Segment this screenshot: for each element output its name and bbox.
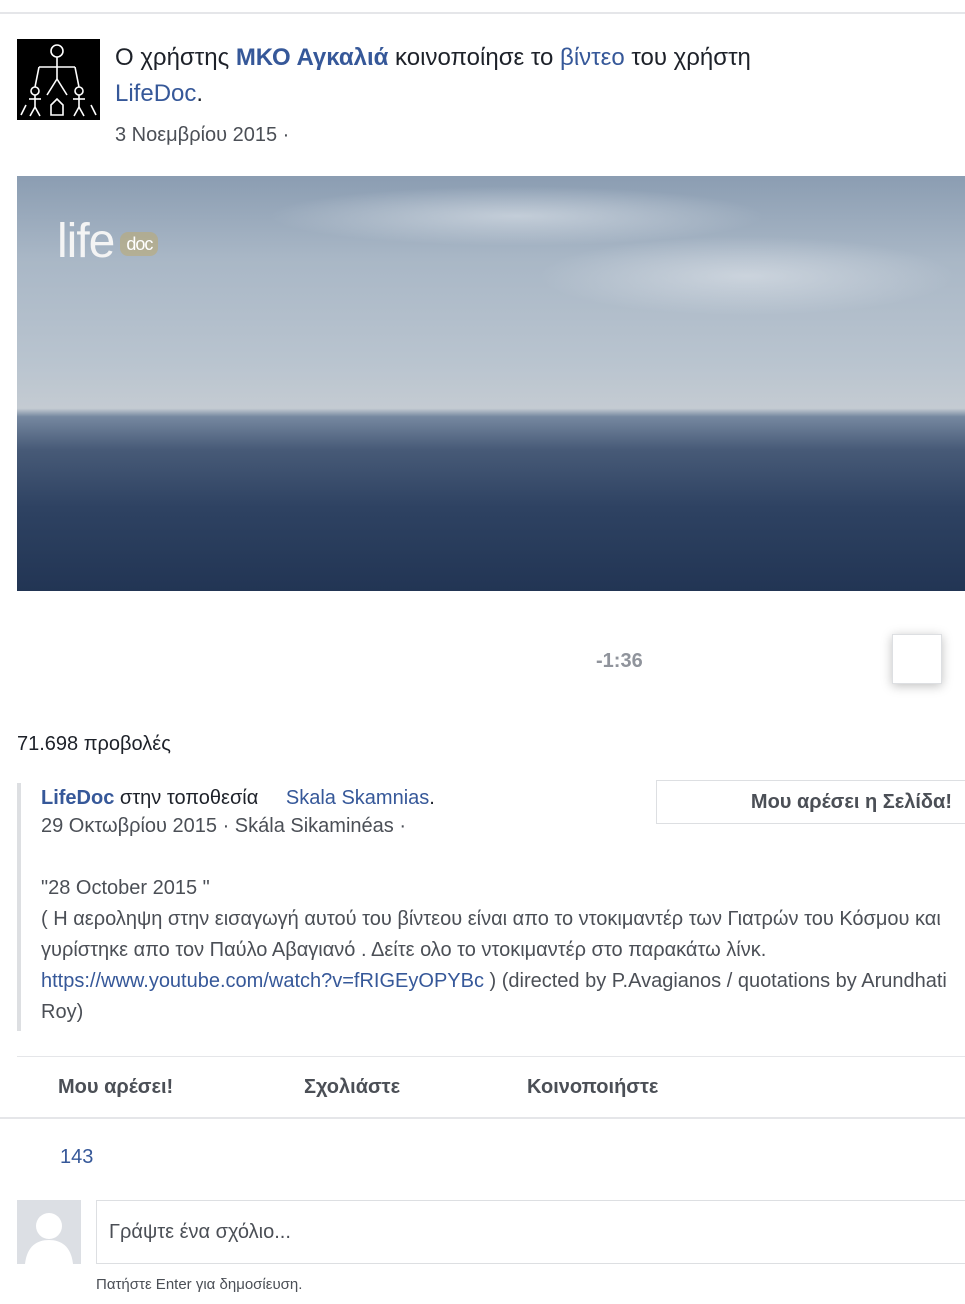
shared-post: LifeDoc στην τοποθεσία Skala Skamnias. 2… [17,780,965,1031]
location-prefix: στην τοποθεσία [114,787,264,809]
shared-post-text: "28 October 2015 " ( Η αεροληψη στην εισ… [41,873,961,1028]
youtube-link[interactable]: https://www.youtube.com/watch?v=fRIGEyOP… [41,970,484,992]
author-link[interactable]: ΜΚΟ Αγκαλιά [236,44,389,71]
watermark-small-text: doc [120,231,159,256]
view-count: 71.698 προβολές [17,733,171,755]
default-user-icon [17,1200,81,1264]
fullscreen-button[interactable] [892,634,942,684]
like-button[interactable]: Μου αρέσει! [58,1076,173,1099]
actions-divider-bottom [0,1117,965,1119]
like-page-button[interactable]: Μου αρέσει η Σελίδα! [656,780,965,824]
headline-suffix: του χρήστη [624,44,751,71]
post-headline: Ο χρήστης ΜΚΟ Αγκαλιά κοινοποίησε το βίν… [115,40,915,112]
location-end: . [429,787,435,809]
shared-text-body: "28 October 2015 " ( Η αεροληψη στην εισ… [41,877,941,961]
actions-divider-top [17,1056,965,1057]
video-player[interactable]: life doc [17,176,965,591]
video-link[interactable]: βίντεο [560,44,625,71]
user-avatar [17,1200,81,1264]
comment-box[interactable] [96,1200,965,1264]
location-link[interactable]: Skala Skamnias [286,787,429,809]
video-duration: -1:36 [596,650,643,672]
page-avatar[interactable] [17,39,100,120]
comment-input[interactable] [97,1201,965,1263]
share-button[interactable]: Κοινοποιήστε [527,1076,658,1099]
comment-button[interactable]: Σχολιάστε [304,1076,400,1099]
headline-middle: κοινοποίησε το [388,44,561,71]
shared-post-date[interactable]: 29 Οκτωβρίου 2015 · Skála Sikaminéas · [41,815,406,838]
action-bar: Μου αρέσει! Σχολιάστε Κοινοποιήστε [0,1066,965,1112]
top-divider [0,12,965,14]
family-logo-icon [20,44,97,117]
shared-post-header: LifeDoc στην τοποθεσία Skala Skamnias. [41,783,435,813]
lifedoc-watermark: life doc [57,214,159,269]
watermark-text: life [57,215,115,268]
post-date[interactable]: 3 Νοεμβρίου 2015 · [115,124,289,147]
likes-count[interactable]: 143 [60,1146,93,1169]
shared-page-link[interactable]: LifeDoc [41,787,114,809]
headline-end: . [196,80,204,107]
original-author-link[interactable]: LifeDoc [115,80,196,107]
headline-prefix: Ο χρήστης [115,44,236,71]
video-cloud [537,236,957,316]
comment-hint: Πατήστε Enter για δημοσίευση. [96,1276,303,1293]
